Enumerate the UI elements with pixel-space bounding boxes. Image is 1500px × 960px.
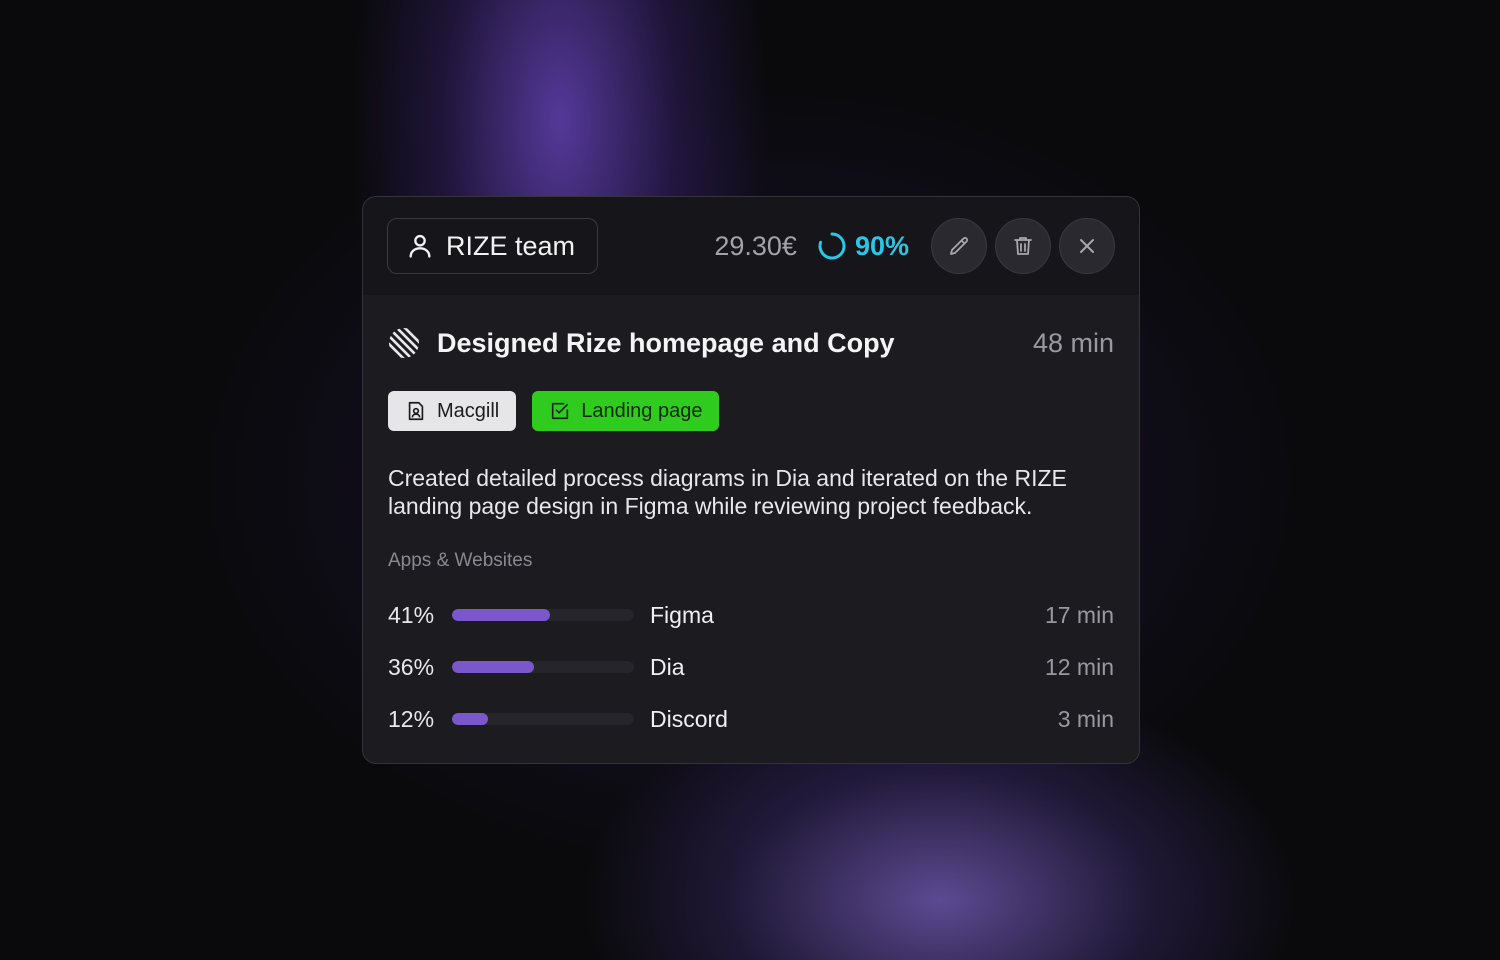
progress-ring-icon — [818, 232, 846, 260]
session-description: Created detailed process diagrams in Dia… — [388, 465, 1067, 519]
close-icon — [1080, 239, 1094, 253]
app-usage-fill — [452, 609, 551, 621]
app-row[interactable]: 41% Figma 17 min — [388, 601, 1114, 629]
app-row[interactable]: 36% Dia 12 min — [388, 653, 1114, 681]
project-tag-label: Landing page — [581, 399, 703, 422]
session-card: RIZE team 29.30€ 90% Designed Rize homep… — [362, 196, 1140, 764]
app-percent: 12% — [388, 705, 435, 732]
session-title-row: Designed Rize homepage and Copy 48 min — [388, 325, 1114, 361]
session-title: Designed Rize homepage and Copy — [437, 327, 895, 358]
user-icon — [409, 234, 431, 258]
app-usage-fill — [452, 661, 534, 673]
tag-list: Macgill Landing page — [388, 391, 1114, 431]
score-value: 90% — [854, 230, 909, 261]
card-header: RIZE team 29.30€ 90% — [363, 197, 1139, 295]
app-usage-bar — [452, 713, 634, 725]
apps-list: 41% Figma 17 min 36% Dia 12 min 12% Disc… — [388, 601, 1114, 733]
team-selector[interactable]: RIZE team — [387, 218, 599, 274]
app-usage-bar — [452, 661, 634, 673]
app-usage-bar — [452, 609, 634, 621]
app-time: 12 min — [1044, 653, 1114, 680]
linear-logo-icon — [389, 328, 419, 358]
app-time: 17 min — [1044, 601, 1114, 628]
price-label: 29.30€ — [714, 230, 797, 261]
app-percent: 36% — [388, 653, 435, 680]
pencil-icon — [950, 237, 968, 255]
client-icon — [408, 401, 424, 421]
checkbox-icon — [552, 402, 569, 420]
trash-icon — [1014, 237, 1032, 255]
delete-button[interactable] — [995, 218, 1051, 274]
close-button[interactable] — [1059, 218, 1115, 274]
app-name: Discord — [650, 705, 728, 732]
card-body: Designed Rize homepage and Copy 48 min M… — [363, 325, 1139, 733]
apps-section-label: Apps & Websites — [388, 550, 533, 571]
app-name: Dia — [650, 653, 685, 680]
app-time: 3 min — [1057, 705, 1114, 732]
app-row[interactable]: 12% Discord 3 min — [388, 705, 1114, 733]
client-tag[interactable]: Macgill — [388, 391, 517, 431]
app-percent: 41% — [388, 601, 435, 628]
client-tag-label: Macgill — [437, 399, 500, 422]
edit-button[interactable] — [931, 218, 987, 274]
session-duration: 48 min — [1032, 327, 1114, 358]
app-name: Figma — [650, 601, 714, 628]
team-label: RIZE team — [446, 230, 576, 261]
app-usage-fill — [452, 713, 489, 725]
score-indicator: 90% — [817, 231, 909, 262]
project-tag[interactable]: Landing page — [532, 391, 720, 431]
